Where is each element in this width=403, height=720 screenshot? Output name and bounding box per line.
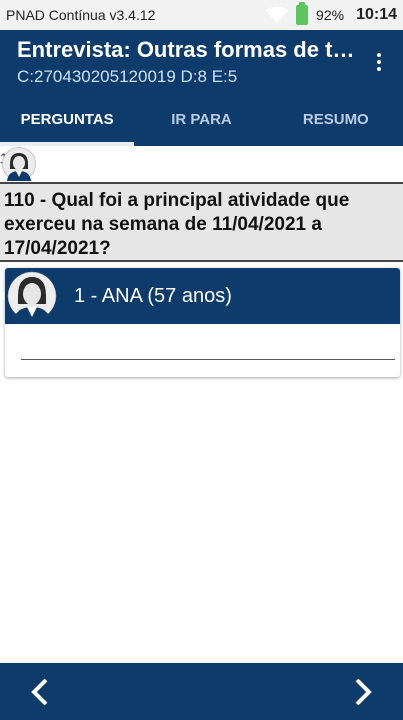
chevron-left-icon: [31, 678, 48, 705]
tab-bar: PERGUNTAS IR PARA RESUMO: [0, 92, 403, 146]
dot: [377, 67, 381, 71]
status-bar: PNAD Contínua v3.4.12 92% 10:14: [0, 0, 403, 30]
person-selector-row: 1: [0, 146, 403, 182]
status-time: 10:14: [356, 6, 397, 23]
question-text: 110 - Qual foi a principal atividade que…: [0, 182, 403, 262]
tab-ir-para[interactable]: IR PARA: [134, 92, 268, 146]
person-answer-card: 1 - ANA (57 anos): [5, 268, 400, 377]
app-bar: Entrevista: Outras formas de trabalho C:…: [0, 30, 403, 92]
person-avatar-icon: [7, 271, 57, 323]
previous-button[interactable]: [20, 672, 60, 712]
status-app-name: PNAD Contínua v3.4.12: [6, 7, 156, 23]
battery-icon: [296, 2, 309, 25]
more-vert-icon[interactable]: [367, 50, 391, 74]
page-subtitle: C:270430205120019 D:8 E:5: [17, 67, 238, 86]
chevron-right-icon: [355, 678, 372, 705]
dot: [377, 60, 381, 64]
tab-perguntas[interactable]: PERGUNTAS: [0, 92, 135, 146]
tab-resumo[interactable]: RESUMO: [269, 92, 403, 146]
status-right: 92% 10:14: [266, 2, 397, 25]
person-name: 1 - ANA (57 anos): [74, 284, 232, 307]
page-title: Entrevista: Outras formas de trabalho: [17, 37, 357, 62]
next-button[interactable]: [343, 672, 383, 712]
wifi-icon: [266, 6, 289, 24]
answer-input[interactable]: [21, 338, 395, 360]
person-card-header: 1 - ANA (57 anos): [5, 268, 400, 324]
dot: [377, 53, 381, 57]
battery-percent: 92%: [316, 7, 345, 23]
bottom-nav: [0, 663, 403, 720]
person-avatar-icon[interactable]: [2, 147, 36, 181]
